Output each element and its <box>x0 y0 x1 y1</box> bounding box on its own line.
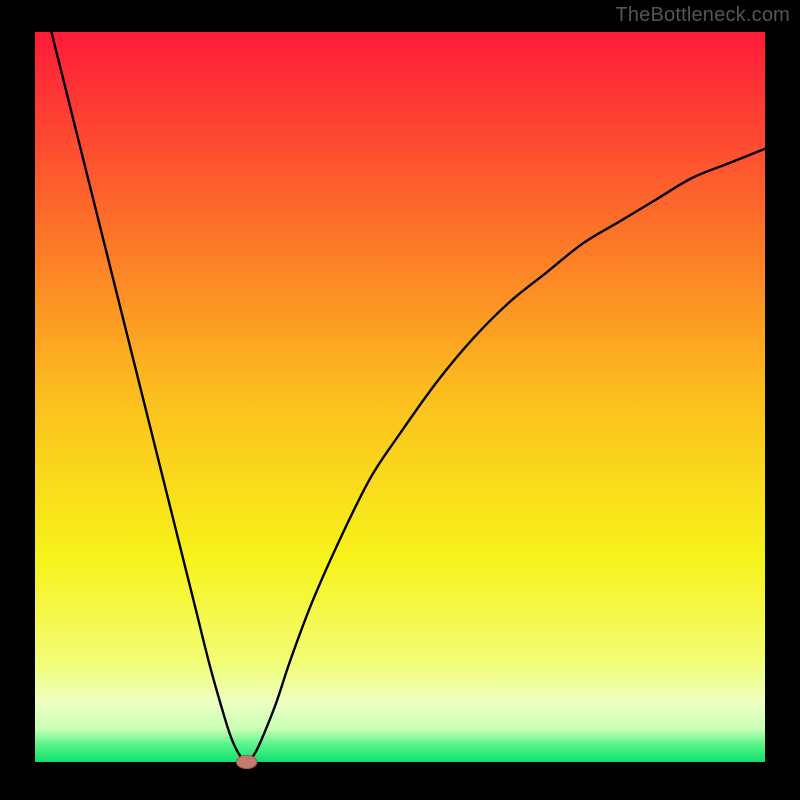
chart-frame: TheBottleneck.com <box>0 0 800 800</box>
watermark-text: TheBottleneck.com <box>615 4 790 27</box>
minimum-marker <box>236 755 256 768</box>
gradient-panel <box>35 32 765 762</box>
chart-svg <box>0 0 800 800</box>
